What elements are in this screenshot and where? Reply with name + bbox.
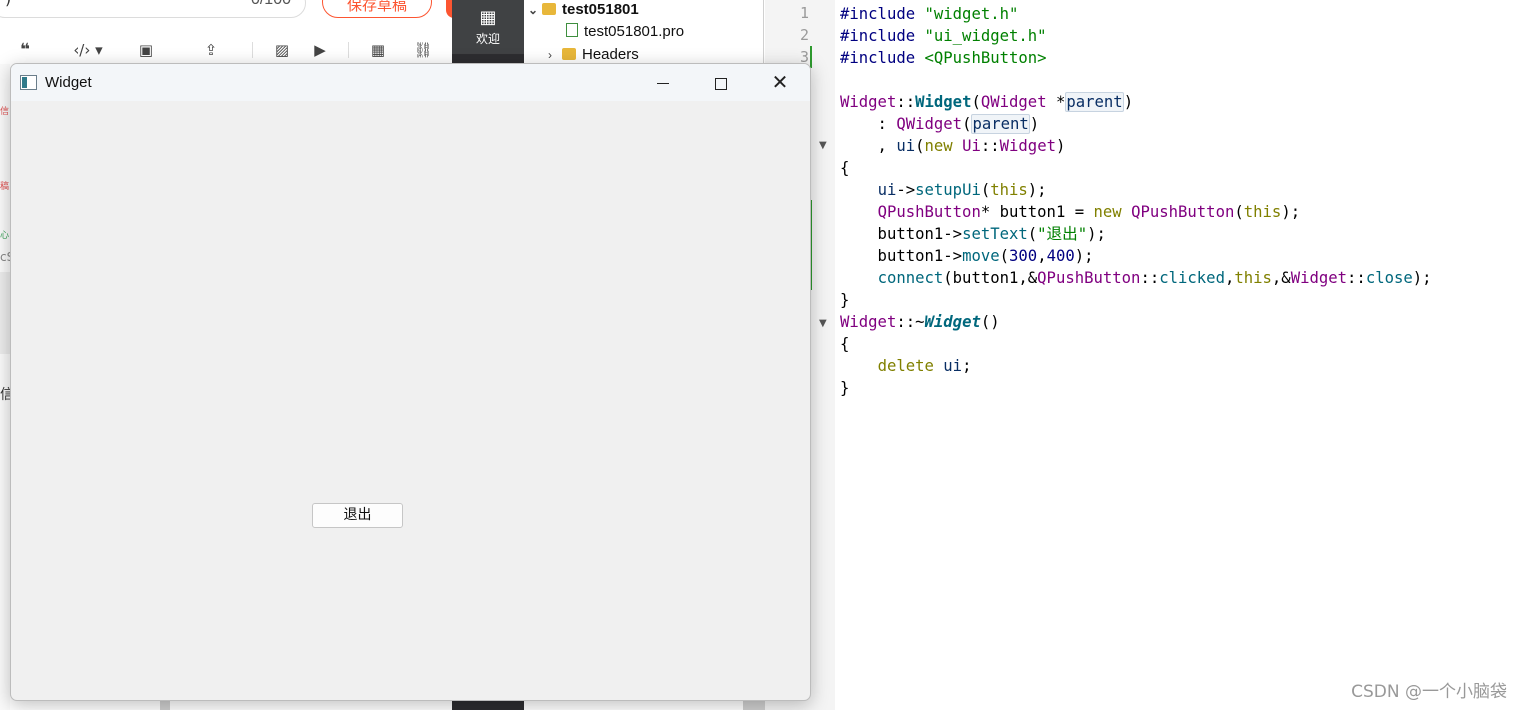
code-line: #include "ui_widget.h": [840, 27, 1047, 45]
title-text: ): [5, 0, 11, 8]
article-title-input[interactable]: ) 0/100: [0, 0, 306, 18]
toolbar-separator: [348, 42, 349, 58]
fold-arrow-icon[interactable]: ▼: [819, 140, 827, 151]
code-line: QPushButton* button1 = new QPushButton(t…: [877, 203, 1301, 221]
code-line: {: [840, 335, 850, 353]
editor-left-highlight: [0, 272, 10, 354]
code-line: #include <QPushButton>: [840, 49, 1047, 67]
maximize-icon: [715, 77, 727, 90]
code-line: connect(button1,&QPushButton::clicked,th…: [877, 269, 1432, 287]
code-line: ui->setupUi(this);: [877, 181, 1047, 199]
code-line: delete ui;: [877, 357, 972, 375]
widget-window: Widget ✕ 退出: [10, 63, 811, 701]
folder-icon: [562, 48, 576, 60]
table-icon[interactable]: ▦: [367, 40, 389, 60]
image-icon[interactable]: ▨: [271, 40, 293, 60]
mode-welcome-label: 欢迎: [475, 32, 500, 46]
code-icon[interactable]: ‹/› ▾: [68, 40, 108, 60]
code-line: : QWidget(parent): [840, 114, 1040, 134]
close-button[interactable]: ✕: [751, 64, 809, 101]
code-block-icon[interactable]: ▣: [135, 40, 157, 60]
chevron-down-icon[interactable]: ⌄: [528, 3, 542, 17]
code-line: }: [840, 379, 850, 397]
maximize-button[interactable]: [692, 64, 750, 101]
folder-icon: [542, 3, 556, 15]
minimize-icon: [657, 83, 669, 84]
side-mark: 信: [0, 107, 10, 117]
change-marker: [810, 46, 812, 68]
fold-arrow-icon[interactable]: ▼: [819, 318, 827, 329]
editor-header: ) 0/100 保存草稿: [0, 0, 458, 28]
code-line: }: [840, 291, 850, 309]
code-line: Widget::Widget(QWidget *parent): [840, 92, 1134, 112]
tree-item-project[interactable]: ⌄ test051801: [528, 1, 639, 23]
chevron-right-icon[interactable]: ›: [548, 48, 562, 62]
minimize-button[interactable]: [634, 64, 692, 101]
close-icon: ✕: [771, 70, 789, 94]
code-line: {: [840, 159, 850, 177]
window-title-bar[interactable]: Widget ✕: [11, 64, 810, 101]
background-edge: [452, 700, 524, 710]
background-edge: [743, 700, 765, 710]
window-title: Widget: [45, 74, 92, 91]
background-edge: [160, 700, 170, 710]
tree-item-label: test051801: [562, 1, 639, 18]
code-line: #include "widget.h": [840, 5, 1019, 23]
side-mark: 心: [0, 231, 10, 241]
editor-toolbar: ❝ ‹/› ▾ ▣ ⇪ ▨ ▶ ▦ ⛓: [0, 36, 452, 64]
code-line: button1->move(300,400);: [840, 247, 1094, 265]
code-line: , ui(new Ui::Widget): [840, 137, 1066, 155]
app-icon: [20, 75, 37, 90]
exit-button[interactable]: 退出: [312, 503, 403, 528]
title-char-count: 0/100: [251, 0, 291, 9]
tree-item-label: Headers: [582, 46, 639, 63]
code-line: button1->setText("退出");: [840, 225, 1106, 243]
video-icon[interactable]: ▶: [309, 40, 331, 60]
code-line: Widget::~Widget(): [840, 313, 1000, 331]
toolbar-separator: [252, 42, 253, 58]
grid-icon: ▦: [479, 7, 497, 28]
editor-left-strip: 信 稿 心 cS 4 信: [0, 64, 14, 710]
link-icon[interactable]: ⛓: [412, 40, 434, 60]
mode-welcome-button[interactable]: ▦ 欢迎: [452, 0, 524, 54]
csdn-watermark: CSDN @一个小脑袋: [1351, 682, 1507, 702]
quote-icon[interactable]: ❝: [14, 40, 36, 60]
tree-item-pro-file[interactable]: test051801.pro: [566, 23, 684, 45]
save-draft-button[interactable]: 保存草稿: [322, 0, 432, 18]
side-mark: 稿: [0, 182, 10, 192]
pro-file-icon: [566, 23, 578, 37]
line-number: 2: [799, 26, 809, 44]
upload-icon[interactable]: ⇪: [200, 40, 222, 60]
tree-item-label: test051801.pro: [584, 23, 685, 40]
line-number: 1: [799, 4, 809, 22]
